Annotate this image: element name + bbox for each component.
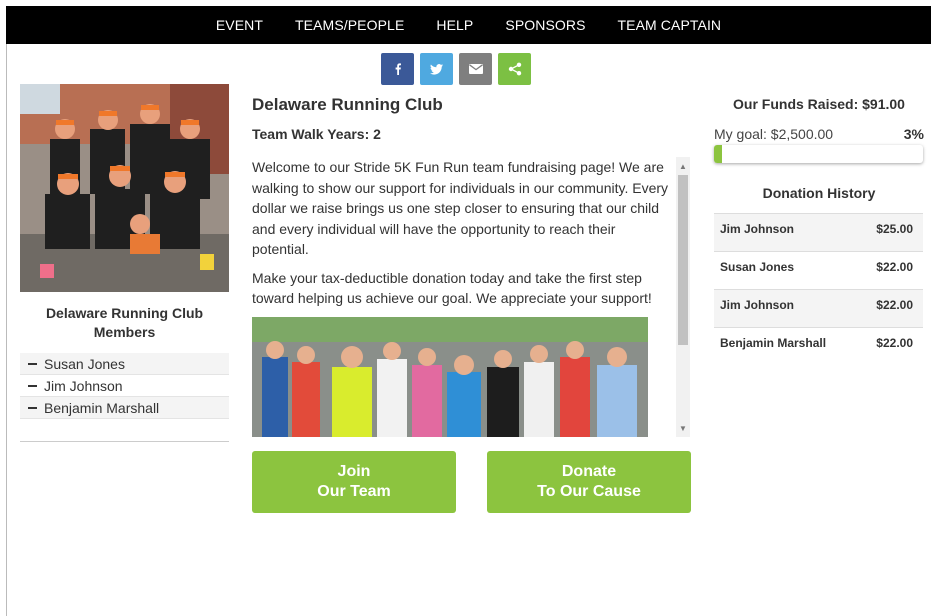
scroll-down-arrow-icon[interactable]: ▼	[676, 421, 690, 435]
progress-fill	[714, 145, 722, 163]
progress-bar	[714, 145, 923, 163]
table-row: Jim Johnson $25.00	[714, 213, 923, 251]
twitter-icon	[430, 63, 443, 75]
page-title: Delaware Running Club	[252, 95, 443, 114]
nav-help[interactable]: HELP	[436, 17, 473, 33]
twitter-share-button[interactable]	[420, 53, 453, 85]
donation-history-list: Jim Johnson $25.00 Susan Jones $22.00 Ji…	[714, 213, 923, 365]
scroll-up-arrow-icon[interactable]: ▲	[676, 159, 690, 173]
share-button[interactable]	[498, 53, 531, 85]
members-title: Delaware Running Club Members	[45, 305, 204, 340]
join-button-line1: Join	[337, 463, 371, 480]
join-button-line2: Our Team	[317, 483, 391, 500]
goal-row: My goal: $2,500.00 3%	[714, 126, 924, 142]
join-team-button[interactable]: Join Our Team	[252, 451, 456, 513]
story-scrollbar[interactable]: ▲ ▼	[676, 157, 690, 437]
dash-icon	[28, 362, 37, 365]
donate-button[interactable]: Donate To Our Cause	[487, 451, 691, 513]
divider	[20, 441, 229, 442]
nav-sponsors[interactable]: SPONSORS	[505, 17, 585, 33]
funds-raised: Our Funds Raised: $91.00	[733, 96, 905, 112]
goal-label: My goal: $2,500.00	[714, 126, 834, 142]
donor-name: Jim Johnson	[720, 298, 795, 312]
top-nav: EVENT TEAMS/PEOPLE HELP SPONSORS TEAM CA…	[6, 6, 931, 44]
email-share-button[interactable]	[459, 53, 492, 85]
table-row: Susan Jones $22.00	[714, 251, 923, 289]
dash-icon	[28, 384, 37, 387]
story-paragraph: Make your tax-deductible donation today …	[252, 269, 652, 307]
list-item[interactable]: Benjamin Marshall	[20, 397, 229, 419]
list-item[interactable]: Susan Jones	[20, 353, 229, 375]
members-list: Susan Jones Jim Johnson Benjamin Marshal…	[20, 353, 229, 419]
nav-event[interactable]: EVENT	[216, 17, 263, 33]
member-name: Jim Johnson	[44, 377, 123, 394]
donation-history-title: Donation History	[762, 185, 876, 201]
list-item[interactable]: Jim Johnson	[20, 375, 229, 397]
member-name: Benjamin Marshall	[44, 399, 160, 416]
donation-amount: $25.00	[876, 222, 913, 236]
team-walk-years: Team Walk Years: 2	[252, 126, 381, 142]
email-icon	[468, 64, 483, 74]
table-row: Jim Johnson $22.00	[714, 289, 923, 327]
donor-name: Susan Jones	[720, 260, 795, 274]
donation-amount: $22.00	[876, 260, 913, 274]
team-photo	[20, 84, 229, 292]
donor-name: Benjamin Marshall	[720, 336, 827, 350]
nav-team-captain[interactable]: TEAM CAPTAIN	[618, 17, 722, 33]
table-row: Benjamin Marshall $22.00	[714, 327, 923, 365]
donor-name: Jim Johnson	[720, 222, 795, 236]
team-story: Welcome to our Stride 5K Fun Run team fu…	[252, 157, 672, 437]
facebook-share-button[interactable]	[381, 53, 414, 85]
dash-icon	[28, 406, 37, 409]
nav-teams-people[interactable]: TEAMS/PEOPLE	[295, 17, 404, 33]
donate-button-line1: Donate	[561, 463, 617, 480]
donate-button-line2: To Our Cause	[537, 483, 641, 500]
donation-amount: $22.00	[876, 298, 913, 312]
donation-amount: $22.00	[876, 336, 913, 350]
goal-percent: 3%	[903, 126, 924, 142]
facebook-icon	[395, 63, 401, 75]
member-name: Susan Jones	[44, 355, 125, 372]
share-bar	[381, 53, 531, 85]
race-photo	[252, 316, 648, 437]
scrollbar-thumb[interactable]	[678, 175, 688, 345]
share-icon	[508, 62, 521, 76]
story-paragraph: Welcome to our Stride 5K Fun Run team fu…	[252, 159, 669, 257]
